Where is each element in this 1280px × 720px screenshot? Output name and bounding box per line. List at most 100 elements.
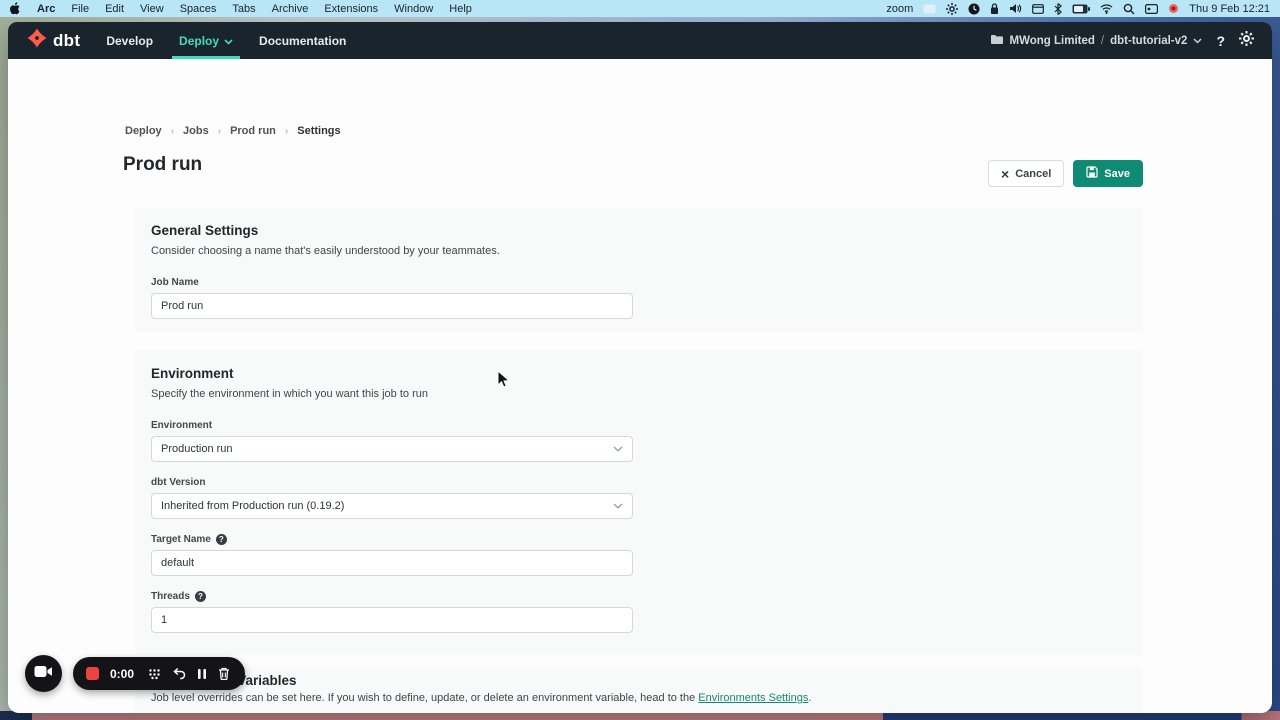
chevron-down-icon [224,34,233,48]
wifi-icon[interactable] [1100,4,1113,14]
nav-documentation[interactable]: Documentation [259,22,346,59]
recording-indicator-icon[interactable] [1168,3,1179,14]
breadcrumb-settings: Settings [297,125,340,137]
breadcrumb-separator: › [285,126,288,137]
dbt-version-field-group: dbt Version Inherited from Production ru… [151,477,1127,519]
macos-menubar: Arc File Edit View Spaces Tabs Archive E… [0,0,1280,17]
nav-develop[interactable]: Develop [106,22,153,59]
dbt-logo[interactable]: dbt [26,27,80,54]
breadcrumb-prod-run[interactable]: Prod run [230,125,276,137]
save-button-label: Save [1104,168,1130,180]
general-settings-heading: General Settings [151,223,1127,238]
environment-field-group: Environment Production run [151,420,1127,462]
cancel-button-label: Cancel [1015,168,1051,180]
menubar-item-help[interactable]: Help [449,3,472,15]
chevron-down-icon [613,500,623,512]
pause-recording-icon[interactable] [197,668,207,680]
environment-select-label: Environment [151,420,1127,431]
control-center-icon[interactable] [1145,4,1158,14]
menubar-item-window[interactable]: Window [394,3,433,15]
menubar-item-extensions[interactable]: Extensions [324,3,378,15]
account-project-selector[interactable]: MWong Limited / dbt-tutorial-v2 [990,34,1203,48]
restart-recording-icon[interactable] [172,667,186,680]
screen-share-icon[interactable] [923,4,936,14]
search-icon[interactable] [1123,3,1135,15]
recorder-toolbar: 0:00 [73,657,245,690]
delete-recording-icon[interactable] [218,667,230,680]
menubar-item-file[interactable]: File [71,3,89,15]
project-name: dbt-tutorial-v2 [1110,35,1187,47]
nav-documentation-label: Documentation [259,34,346,48]
threads-label: Threads ? [151,591,1127,602]
target-name-label: Target Name ? [151,534,1127,545]
save-button[interactable]: Save [1073,160,1143,187]
menubar-app-name[interactable]: Arc [37,3,55,15]
browser-window: dbt Develop Deploy Documentation MWong L… [8,22,1272,713]
volume-icon[interactable] [1009,3,1022,14]
cancel-button[interactable]: × Cancel [988,160,1064,187]
job-name-input[interactable] [151,293,633,319]
page-title: Prod run [123,154,202,176]
threads-help-icon[interactable]: ? [195,591,206,602]
gear-status-icon[interactable] [946,3,958,15]
threads-label-text: Threads [151,591,190,602]
clock-status-icon[interactable] [968,3,980,15]
recorder-camera-button[interactable] [25,655,62,692]
mouse-cursor [497,370,510,394]
close-icon: × [1001,167,1009,181]
apple-logo-icon[interactable] [10,2,21,15]
breadcrumb-separator: › [218,126,221,137]
stop-recording-button[interactable] [86,667,99,680]
menubar-item-edit[interactable]: Edit [105,3,124,15]
window-status-icon[interactable] [1032,4,1044,14]
menubar-clock[interactable]: Thu 9 Feb 12:21 [1189,3,1270,15]
environments-settings-link[interactable]: Environments Settings [698,692,808,704]
org-name: MWong Limited [1010,35,1095,47]
env-vars-description-prefix: Job level overrides can be set here. If … [151,692,698,704]
environment-card: Environment Specify the environment in w… [135,350,1143,655]
breadcrumb-separator: › [171,126,174,137]
page-content: Deploy › Jobs › Prod run › Settings Prod… [8,59,1272,713]
threads-input[interactable] [151,607,633,633]
menubar-item-view[interactable]: View [140,3,164,15]
dbt-version-label: dbt Version [151,477,1127,488]
environment-heading: Environment [151,366,1127,381]
drag-handle-icon[interactable] [148,667,161,680]
environment-select-value: Production run [161,443,233,455]
battery-icon[interactable] [1072,4,1090,14]
environment-select[interactable]: Production run [151,436,633,462]
zoom-menu-label[interactable]: zoom [886,3,913,15]
dbt-logo-text: dbt [53,31,80,51]
target-name-help-icon[interactable]: ? [216,534,227,545]
action-buttons: × Cancel Save [988,160,1143,187]
save-floppy-icon [1086,166,1098,181]
video-camera-icon [34,665,53,683]
settings-gear-icon[interactable] [1239,31,1254,51]
general-settings-description: Consider choosing a name that's easily u… [151,245,1127,257]
menubar-item-spaces[interactable]: Spaces [180,3,217,15]
environment-variables-description: Job level overrides can be set here. If … [151,692,1127,704]
lock-status-icon[interactable] [990,3,999,15]
chevron-down-icon [1193,35,1202,47]
menubar-item-archive[interactable]: Archive [272,3,309,15]
dbt-version-select[interactable]: Inherited from Production run (0.19.2) [151,493,633,519]
environment-description: Specify the environment in which you wan… [151,388,1127,400]
env-vars-description-suffix: . [808,692,811,704]
target-name-label-text: Target Name [151,534,211,545]
target-name-input[interactable] [151,550,633,576]
target-name-field-group: Target Name ? [151,534,1127,576]
breadcrumb-deploy[interactable]: Deploy [125,125,162,137]
main-nav: Develop Deploy Documentation [106,22,346,59]
folder-icon [990,34,1004,48]
job-name-field-group: Job Name [151,277,1127,319]
threads-field-group: Threads ? [151,591,1127,633]
breadcrumb-jobs[interactable]: Jobs [183,125,209,137]
breadcrumb: Deploy › Jobs › Prod run › Settings [125,125,341,137]
bluetooth-icon[interactable] [1054,3,1062,15]
menubar-item-tabs[interactable]: Tabs [232,3,255,15]
job-name-label: Job Name [151,277,1127,288]
account-separator: / [1101,35,1104,47]
nav-deploy[interactable]: Deploy [179,22,233,59]
nav-deploy-label: Deploy [179,34,219,48]
help-button[interactable]: ? [1216,33,1225,49]
